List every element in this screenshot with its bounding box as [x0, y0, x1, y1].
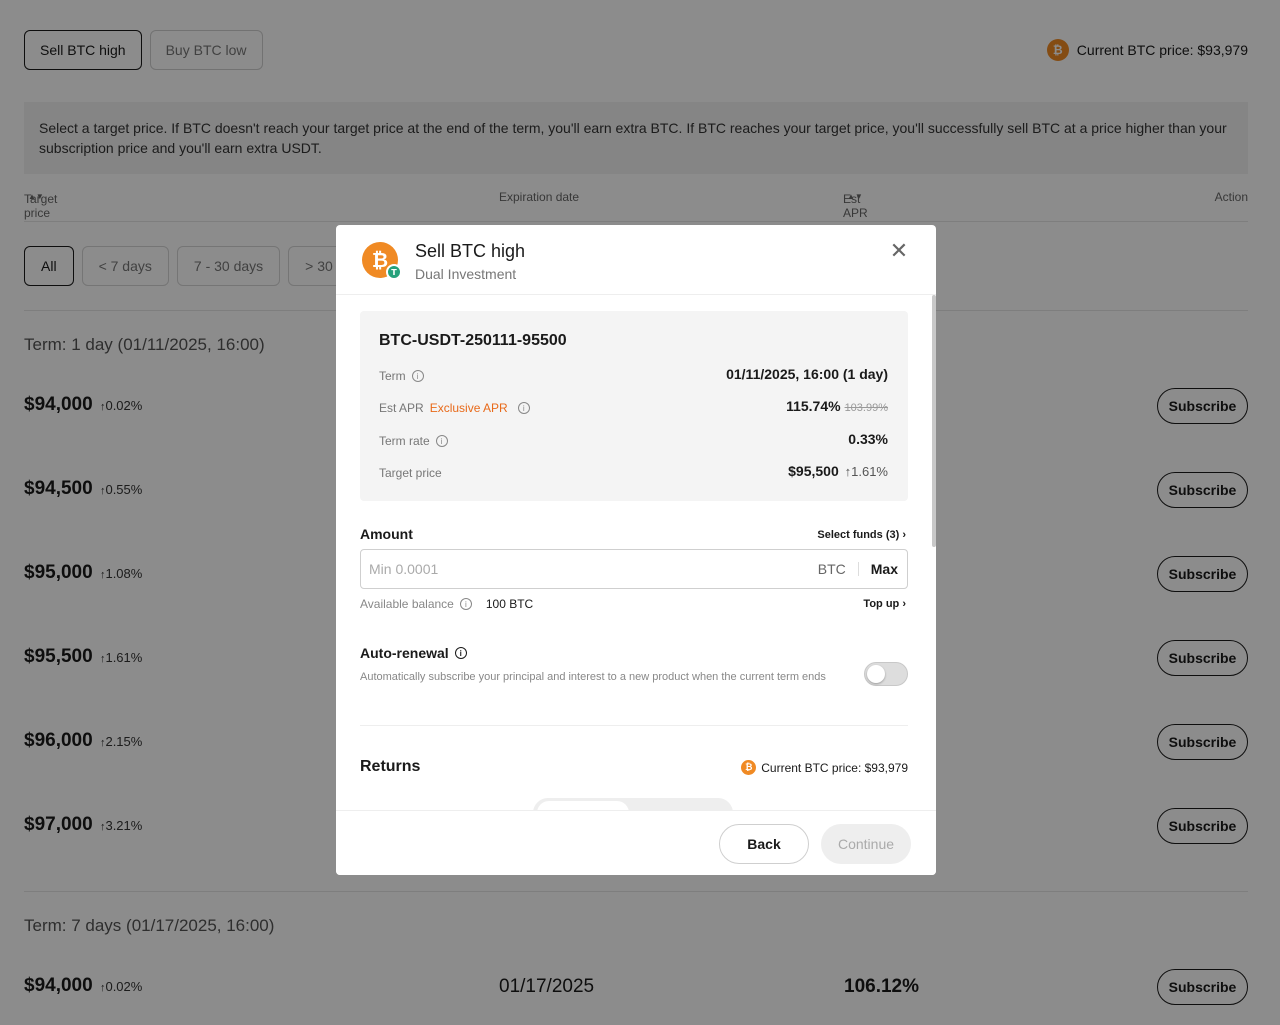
product-summary-card: BTC-USDT-250111-95500 Termi 01/11/2025, …	[360, 311, 908, 501]
available-balance-value: 100 BTC	[486, 597, 533, 611]
usdt-badge-icon: T	[386, 264, 402, 280]
target-price-row: Target price $95,500 ↑1.61%	[379, 463, 888, 483]
select-funds-link[interactable]: Select funds (3) ›	[817, 529, 906, 541]
subscribe-modal: ₿T Sell BTC high Dual Investment ✕ BTC-U…	[336, 225, 936, 875]
auto-renewal-label: Auto-renewali	[360, 645, 467, 661]
amount-currency: BTC	[818, 562, 859, 576]
modal-body: BTC-USDT-250111-95500 Termi 01/11/2025, …	[336, 295, 936, 810]
back-button[interactable]: Back	[719, 824, 809, 864]
btc-coin-icon: ₿	[741, 760, 756, 775]
target-price-value: $95,500 ↑1.61%	[788, 463, 888, 479]
info-icon[interactable]: i	[518, 402, 530, 414]
term-rate-value: 0.33%	[848, 431, 888, 447]
returns-tab-active[interactable]	[537, 801, 629, 810]
term-rate-row: Term ratei 0.33%	[379, 431, 888, 451]
btc-coin-icon: ₿T	[362, 242, 398, 278]
chevron-right-icon: ›	[902, 598, 906, 610]
returns-tabs[interactable]	[533, 798, 733, 810]
divider	[360, 725, 908, 726]
auto-renewal-toggle[interactable]	[864, 662, 908, 686]
term-row: Termi 01/11/2025, 16:00 (1 day)	[379, 366, 888, 386]
amount-input[interactable]	[361, 561, 818, 577]
top-up-link[interactable]: Top up ›	[863, 598, 906, 610]
info-icon[interactable]: i	[460, 598, 472, 610]
amount-label: Amount	[360, 526, 413, 542]
toggle-knob	[867, 665, 885, 683]
modal-scrollbar[interactable]	[932, 295, 936, 547]
max-button[interactable]: Max	[859, 561, 907, 577]
returns-title: Returns	[360, 758, 420, 776]
term-value: 01/11/2025, 16:00 (1 day)	[726, 366, 888, 382]
apr-row: Est APRExclusive APRi 115.74%103.99%	[379, 398, 888, 418]
available-balance: Available balancei100 BTC	[360, 597, 533, 611]
amount-field-wrap: BTC Max	[360, 549, 908, 589]
modal-subtitle: Dual Investment	[415, 266, 516, 282]
product-id: BTC-USDT-250111-95500	[379, 332, 567, 350]
chevron-right-icon: ›	[902, 529, 906, 541]
info-icon[interactable]: i	[436, 435, 448, 447]
exclusive-apr-badge: Exclusive APR	[430, 401, 508, 415]
info-icon[interactable]: i	[412, 370, 424, 382]
apr-old-value: 103.99%	[845, 402, 888, 414]
returns-current-price: ₿ Current BTC price: $93,979	[741, 760, 908, 775]
apr-value: 115.74%103.99%	[786, 398, 888, 414]
modal-header: ₿T Sell BTC high Dual Investment ✕	[336, 225, 936, 295]
continue-button[interactable]: Continue	[821, 824, 911, 864]
close-icon[interactable]: ✕	[888, 241, 910, 263]
info-icon[interactable]: i	[455, 647, 467, 659]
modal-footer: Back Continue	[336, 810, 936, 875]
modal-title: Sell BTC high	[415, 241, 525, 262]
auto-renewal-description: Automatically subscribe your principal a…	[360, 669, 856, 685]
